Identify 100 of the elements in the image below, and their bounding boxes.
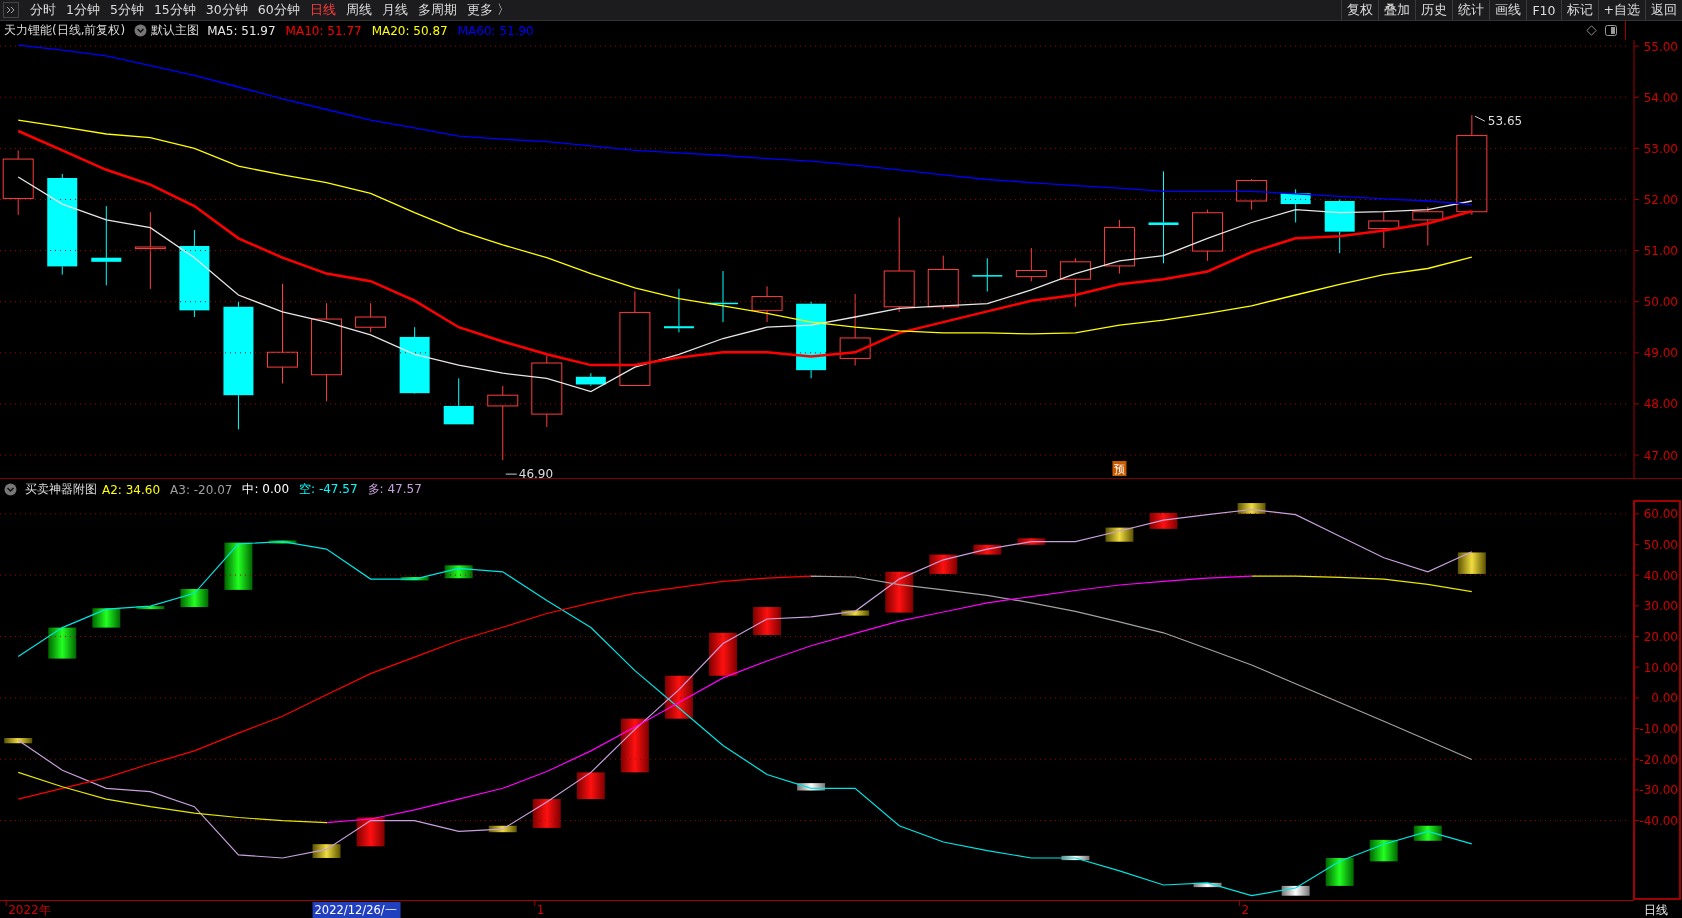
signal-bar	[1369, 839, 1398, 862]
candlestick	[663, 288, 694, 333]
indicator-value: MA10: 51.77	[285, 23, 362, 38]
signal-bar	[488, 825, 517, 833]
axis-label: 2022年	[8, 903, 51, 917]
candlestick	[399, 326, 430, 395]
axis-label: 52.00	[1643, 192, 1678, 207]
signal-bar	[709, 632, 737, 676]
candlestick	[1059, 257, 1091, 308]
axis-label: 47.00	[1643, 448, 1678, 463]
period-tab[interactable]: 月线	[376, 1, 413, 19]
axis-label: -20.00	[1639, 752, 1678, 767]
signal-bar	[400, 577, 429, 581]
axis-label: -30.00	[1639, 783, 1678, 798]
period-tab[interactable]: 周线	[340, 1, 377, 19]
signal-bar	[1237, 503, 1266, 514]
signal-bar	[1149, 512, 1178, 529]
chart-title: 天力锂能(日线,前复权)	[4, 22, 126, 39]
candlestick	[1412, 206, 1444, 246]
axis-label: 55.00	[1643, 40, 1678, 54]
indicator-value: 多: 47.57	[367, 481, 422, 498]
indicator-value: MA60: 51.90	[457, 23, 534, 38]
signal-bar	[48, 627, 77, 659]
axis-label: 54.00	[1643, 90, 1678, 105]
signal-bar	[1193, 882, 1222, 888]
indicator-value: MA20: 50.87	[371, 23, 448, 38]
candlestick	[1368, 211, 1400, 249]
indicator-value: MA5: 51.97	[207, 23, 276, 38]
indicator-value: 空: -47.57	[299, 481, 358, 498]
signal-bar	[312, 844, 341, 858]
axis-label: 40.00	[1643, 568, 1678, 583]
signal-bar	[797, 783, 826, 791]
period-tab[interactable]: 30分钟	[200, 1, 253, 19]
signal-bar	[4, 738, 33, 744]
dropdown-icon[interactable]	[134, 24, 148, 37]
signal-bar	[1457, 552, 1486, 574]
candlestick	[443, 377, 474, 425]
signal-bar	[1281, 885, 1310, 896]
signal-bar	[1061, 855, 1090, 861]
leader-line	[505, 473, 518, 475]
axis-label: -10.00	[1639, 722, 1678, 737]
period-tab[interactable]: 1分钟	[61, 1, 105, 19]
collapse-icon[interactable]	[3, 2, 19, 18]
axis-label: 2	[1241, 903, 1250, 917]
period-tab[interactable]: 分时	[25, 1, 61, 19]
signal-bar	[532, 799, 561, 828]
axis-label: 50.00	[1643, 538, 1678, 552]
axis-label: 30.00	[1643, 599, 1678, 614]
signal-bar	[885, 571, 914, 613]
candlestick	[1236, 178, 1268, 211]
forecast-marker: 预	[1112, 461, 1127, 476]
candlestick	[751, 285, 783, 323]
period-tab[interactable]: 日线	[304, 1, 341, 19]
signal-bar	[576, 772, 605, 800]
period-tab[interactable]: 多周期	[412, 1, 462, 19]
signal-bar	[1105, 527, 1134, 542]
axis-label: 20.00	[1643, 630, 1678, 644]
candlestick	[1324, 198, 1355, 254]
indicator-value: A3: -20.07	[170, 482, 233, 497]
axis-label: 50.00	[1643, 295, 1678, 310]
indicator-value: 中: 0.00	[242, 481, 290, 498]
toggle-icon[interactable]	[1605, 25, 1617, 36]
axis-label: -40.00	[1639, 814, 1678, 829]
signal-bar	[180, 588, 209, 608]
axis-label: 1	[536, 903, 545, 917]
signal-bar	[136, 606, 165, 610]
diamond-icon[interactable]	[1586, 25, 1597, 36]
signal-bar	[1017, 538, 1046, 545]
template-label[interactable]: 默认主图	[151, 22, 200, 39]
period-tab[interactable]: 5分钟	[104, 1, 149, 19]
candlestick	[927, 255, 959, 310]
signal-bar	[268, 540, 297, 544]
candlestick	[972, 257, 1003, 292]
indicator-value: A2: 34.60	[102, 482, 161, 497]
axis-label: 48.00	[1643, 397, 1678, 412]
dropdown-icon[interactable]	[4, 483, 17, 496]
signal-bar	[929, 554, 958, 574]
price-label: 46.90	[518, 467, 554, 478]
candlestick	[1103, 219, 1135, 275]
candlestick	[355, 302, 387, 333]
axis-label: 10.00	[1643, 660, 1678, 675]
signal-bar	[356, 817, 385, 847]
indicator-title: 买卖神器附图	[25, 481, 97, 498]
signal-bar	[841, 610, 870, 616]
axis-label: 49.00	[1643, 346, 1678, 361]
period-tab[interactable]: 60分钟	[252, 1, 305, 19]
signal-bar	[620, 718, 649, 773]
signal-bar	[1413, 825, 1442, 841]
signal-bar	[973, 544, 1002, 555]
signal-bar	[753, 607, 782, 635]
signal-bar	[224, 542, 253, 590]
period-tab[interactable]: 15分钟	[148, 1, 201, 19]
price-label: 53.65	[1487, 114, 1523, 129]
candlestick	[1192, 209, 1224, 262]
axis-label: 51.00	[1643, 244, 1678, 259]
candlestick	[2, 149, 34, 216]
leader-line	[1474, 115, 1486, 122]
candlestick	[575, 372, 606, 387]
axis-label: 53.00	[1643, 141, 1678, 156]
period-tab[interactable]: 更多 〉	[461, 1, 515, 19]
